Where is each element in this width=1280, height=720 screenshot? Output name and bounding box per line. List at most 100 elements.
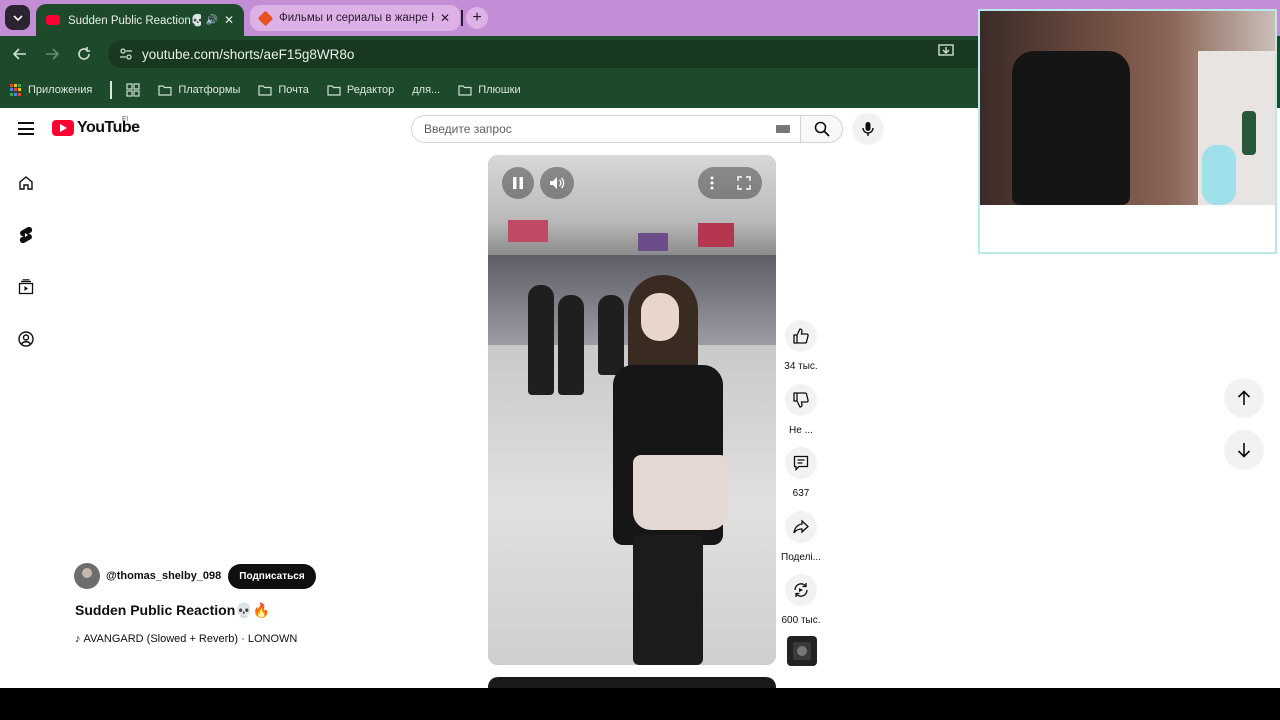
comment-count: 637 xyxy=(792,488,810,499)
webcam-overlay xyxy=(978,9,1277,254)
like-button[interactable] xyxy=(785,320,817,352)
dislike-action[interactable]: Не ... xyxy=(778,384,824,436)
tab-title: Sudden Public Reaction💀🔥 xyxy=(68,15,202,27)
chevron-down-icon xyxy=(12,14,23,21)
bookmark-grid[interactable] xyxy=(126,83,140,97)
keyboard-icon[interactable] xyxy=(776,125,790,133)
bookmark-label: для... xyxy=(412,84,441,96)
tab-search-button[interactable] xyxy=(5,5,30,30)
bookmark-apps[interactable]: Приложения xyxy=(10,84,92,96)
sidebar-item-you[interactable] xyxy=(16,329,36,349)
comments-action[interactable]: 637 xyxy=(778,447,824,499)
search-placeholder: Введите запрос xyxy=(424,122,512,136)
video-top-controls xyxy=(698,167,762,199)
video-title: Sudden Public Reaction💀🔥 xyxy=(75,602,271,618)
tab-active[interactable]: Sudden Public Reaction💀🔥 🔊 ✕ xyxy=(36,4,244,36)
pause-button[interactable] xyxy=(502,167,534,199)
like-action[interactable]: 34 тыс. xyxy=(778,320,824,372)
channel-info: @thomas_shelby_098 Подписаться xyxy=(74,563,316,589)
reload-button[interactable] xyxy=(74,44,94,64)
back-button[interactable] xyxy=(10,44,30,64)
bookmark-for[interactable]: для... xyxy=(412,84,440,96)
webcam-caption-area xyxy=(980,205,1275,252)
remix-button[interactable] xyxy=(785,574,817,606)
speaker-icon[interactable]: 🔊 xyxy=(205,15,217,26)
shorts-video-player[interactable] xyxy=(488,155,776,665)
bookmark-folder-platforms[interactable]: Платформы xyxy=(158,84,240,96)
arrow-right-icon xyxy=(46,48,59,60)
dislike-button[interactable] xyxy=(785,384,817,416)
sidebar-item-home[interactable] xyxy=(16,173,36,193)
bookmark-label: Приложения xyxy=(28,84,93,96)
bookmark-label: Редактор xyxy=(346,84,395,96)
sidebar-item-shorts[interactable] xyxy=(16,225,36,245)
install-app-icon[interactable] xyxy=(938,44,954,61)
youtube-logo[interactable]: YouTube FI xyxy=(52,116,140,137)
sidebar-item-subscriptions[interactable] xyxy=(16,277,36,297)
folder-icon xyxy=(327,85,341,96)
tab-inactive[interactable]: Фильмы и сериалы в жанре К ✕ xyxy=(250,5,460,31)
bookmark-folder-mail[interactable]: Почта xyxy=(258,84,309,96)
region-code: FI xyxy=(122,116,129,123)
thumbs-up-icon xyxy=(793,328,809,344)
volume-button[interactable] xyxy=(540,167,574,199)
music-link[interactable]: ♪ AVANGARD (Slowed + Reverb) · LONOWN xyxy=(75,633,297,645)
bookmark-label: Почта xyxy=(278,84,309,96)
site-info-icon[interactable] xyxy=(118,46,134,62)
close-tab-icon[interactable]: ✕ xyxy=(224,13,234,27)
share-label: Поделі... xyxy=(781,552,821,563)
folder-icon xyxy=(158,85,172,96)
video-subject xyxy=(593,275,733,665)
share-action[interactable]: Поделі... xyxy=(778,511,824,563)
url-bar[interactable]: youtube.com/shorts/aeF15g8WR8o xyxy=(108,40,988,68)
youtube-play-icon xyxy=(52,120,74,136)
speaker-icon xyxy=(550,177,565,189)
subscribe-button[interactable]: Подписаться xyxy=(228,563,316,589)
bottom-black-bar xyxy=(0,688,1280,720)
bookmark-label: Платформы xyxy=(178,84,241,96)
next-video-preview xyxy=(488,677,776,688)
share-icon xyxy=(793,519,809,534)
bookmark-folder-editor[interactable]: Редактор xyxy=(327,84,394,96)
search-icon xyxy=(814,121,830,137)
bookmark-label: Плюшки xyxy=(478,84,521,96)
bookmark-folder-extras[interactable]: Плюшки xyxy=(458,84,521,96)
apps-grid-icon xyxy=(10,84,22,96)
grid-icon xyxy=(126,83,140,97)
microphone-icon xyxy=(862,122,874,136)
avatar[interactable] xyxy=(74,563,100,589)
home-icon xyxy=(19,176,33,190)
shorts-icon xyxy=(19,226,33,244)
music-note-icon: ♪ xyxy=(75,633,81,645)
subscriptions-icon xyxy=(18,279,34,295)
more-vertical-icon[interactable] xyxy=(710,176,714,190)
remix-count: 600 тыс. xyxy=(781,615,821,626)
arrow-down-icon xyxy=(1237,443,1251,458)
voice-search-button[interactable] xyxy=(852,113,884,145)
close-tab-icon[interactable]: ✕ xyxy=(440,11,450,25)
forward-button[interactable] xyxy=(42,44,62,64)
comments-button[interactable] xyxy=(785,447,817,479)
search-button[interactable] xyxy=(801,115,843,143)
remix-action[interactable]: 600 тыс. xyxy=(778,574,824,626)
menu-icon[interactable] xyxy=(18,122,34,135)
like-count: 34 тыс. xyxy=(784,361,818,372)
dislike-label: Не ... xyxy=(789,425,813,436)
youtube-favicon-icon xyxy=(46,15,60,25)
tab-divider xyxy=(461,10,463,26)
site-favicon-icon xyxy=(257,10,274,26)
search-input[interactable]: Введите запрос xyxy=(411,115,801,143)
pause-icon xyxy=(513,177,523,189)
fullscreen-icon[interactable] xyxy=(736,176,751,190)
share-button[interactable] xyxy=(785,511,817,543)
previous-video-button[interactable] xyxy=(1224,378,1264,418)
tab-title: Фильмы и сериалы в жанре К xyxy=(279,12,434,24)
thumbs-down-icon xyxy=(793,392,809,408)
screen: Sudden Public Reaction💀🔥 🔊 ✕ Фильмы и се… xyxy=(0,0,1280,720)
sound-thumbnail[interactable] xyxy=(787,636,817,666)
arrow-up-icon xyxy=(1237,390,1251,405)
channel-handle[interactable]: @thomas_shelby_098 xyxy=(106,570,221,582)
arrow-left-icon xyxy=(13,48,26,60)
new-tab-button[interactable]: + xyxy=(466,7,488,29)
next-video-button[interactable] xyxy=(1224,430,1264,470)
